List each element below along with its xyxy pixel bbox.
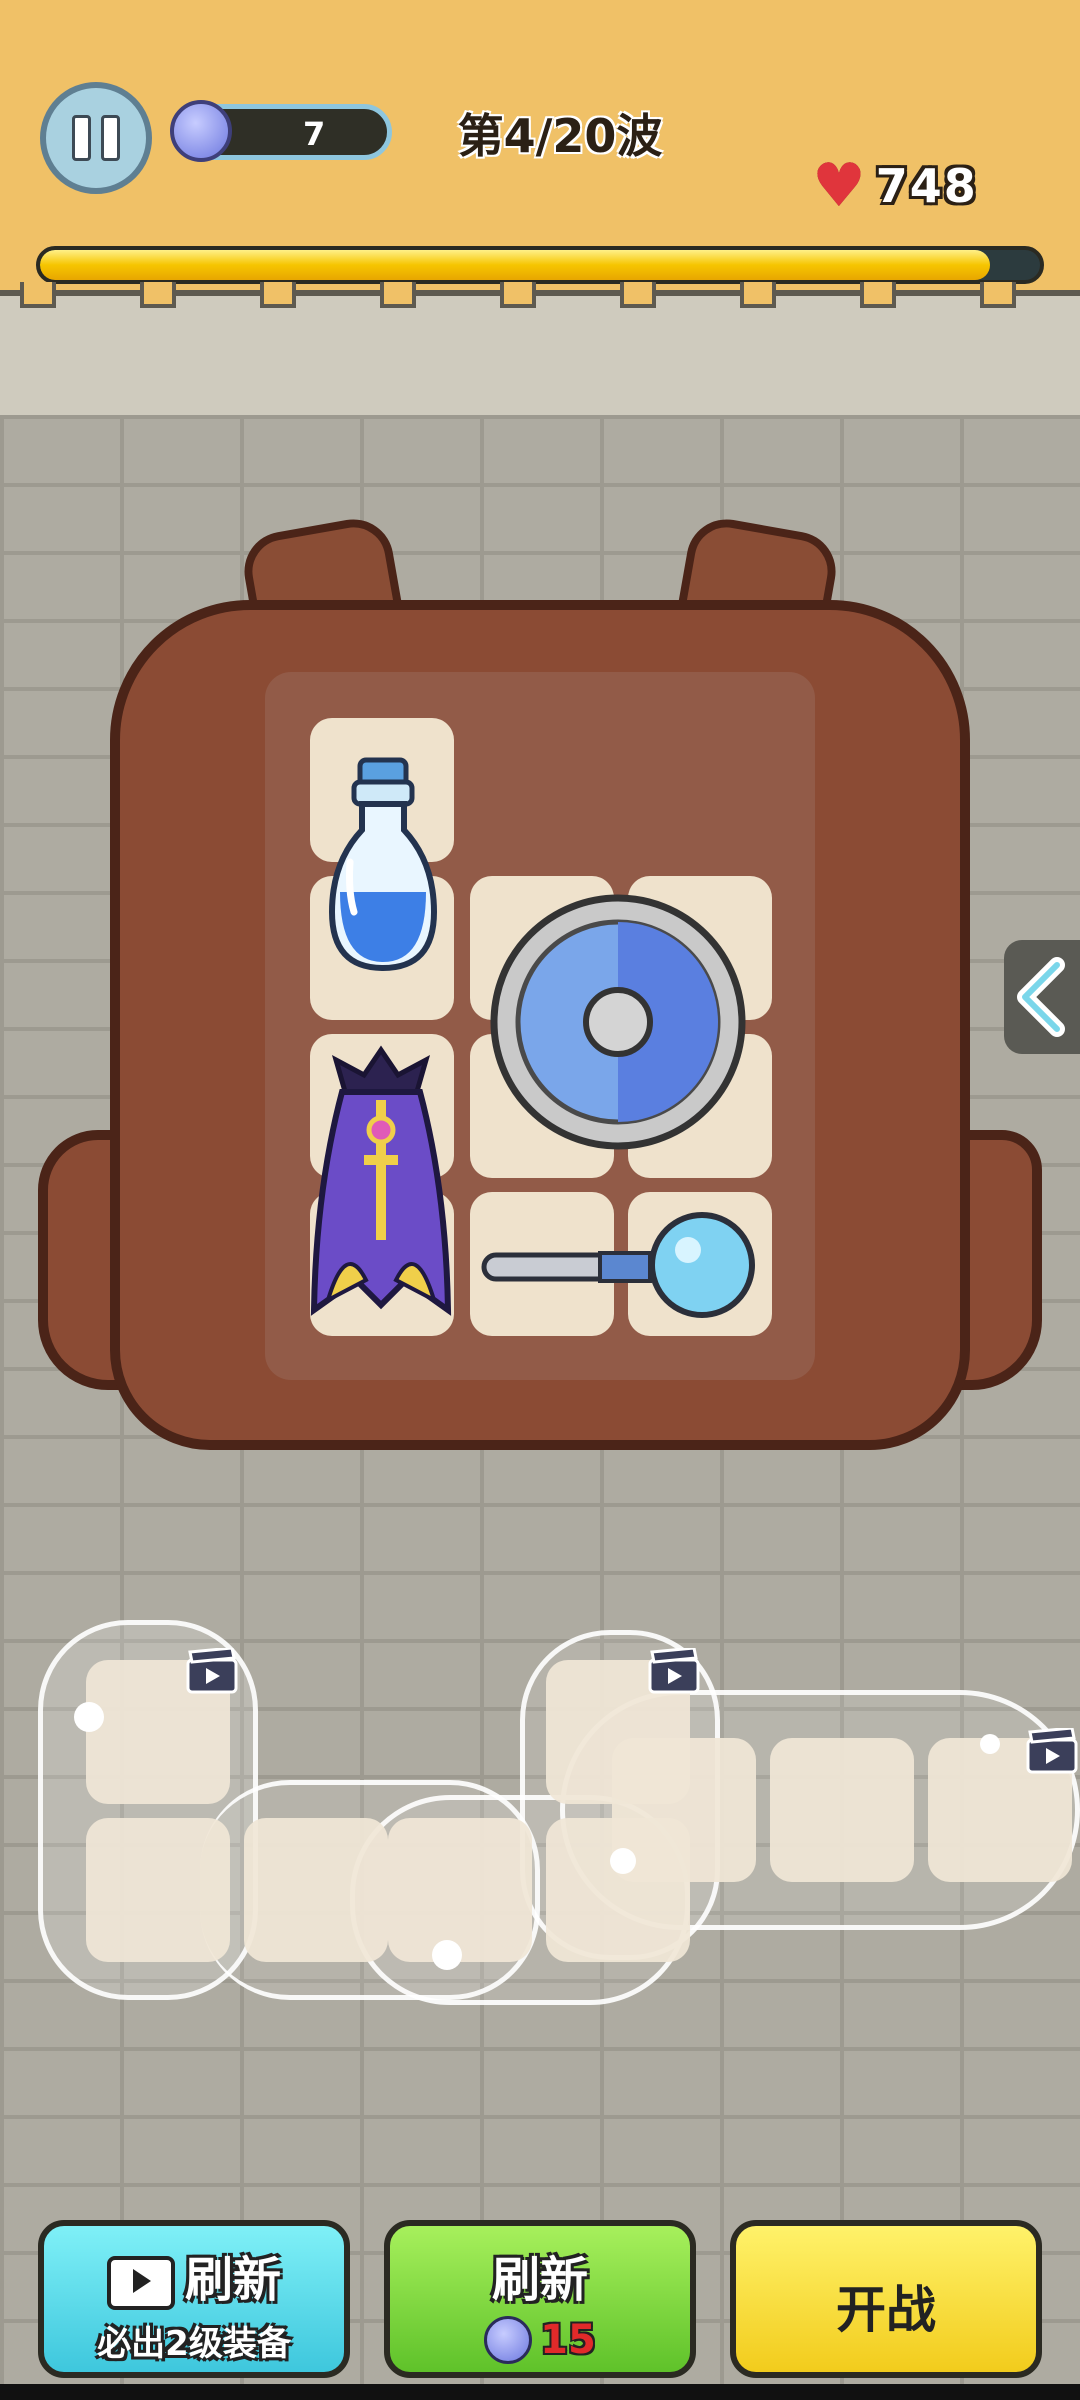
castle-wall-top: [0, 290, 1080, 421]
sparkle: [980, 1734, 1000, 1754]
pause-button[interactable]: [40, 82, 152, 194]
wall-battlement: [20, 282, 56, 308]
video-ad-icon[interactable]: [186, 1648, 238, 1694]
video-ad-icon[interactable]: [1026, 1728, 1078, 1774]
chevron-left-icon: [1017, 957, 1065, 1037]
round-shield-icon[interactable]: [488, 892, 748, 1162]
wall-battlement: [740, 282, 776, 308]
shop-slot[interactable]: [86, 1818, 230, 1962]
video-ad-icon[interactable]: [648, 1648, 700, 1694]
bottom-edge: [0, 2384, 1080, 2400]
hp-display: ♥ 748: [812, 156, 978, 216]
top-bar: 7 第4/20波 ♥ 748: [0, 0, 1080, 290]
sparkle: [74, 1702, 104, 1732]
wall-battlement: [620, 282, 656, 308]
start-battle-button[interactable]: 开战: [730, 2220, 1042, 2378]
wall-battlement: [380, 282, 416, 308]
crown-gem-icon: [484, 2316, 533, 2364]
wall-battlement: [860, 282, 896, 308]
pause-icon: [72, 115, 120, 161]
ad-refresh-button[interactable]: 刷新 必出2级装备: [38, 2220, 350, 2378]
shop-slot[interactable]: [770, 1738, 914, 1882]
ad-refresh-label: 刷新: [184, 2252, 281, 2308]
hp-value: 748: [875, 159, 978, 213]
refresh-label: 刷新: [491, 2252, 588, 2308]
crystal-wand-icon[interactable]: [480, 1200, 760, 1330]
sparkle: [432, 1940, 462, 1970]
play-video-icon: [106, 2256, 175, 2310]
wall-battlement: [260, 282, 296, 308]
heart-icon: ♥: [812, 151, 866, 221]
crown-gem-icon: [170, 100, 232, 162]
side-panel-toggle[interactable]: [1004, 940, 1080, 1054]
wall-battlement: [140, 282, 176, 308]
wave-progress-fill: [40, 250, 990, 280]
refresh-cost: 15: [540, 2317, 596, 2363]
wall-battlement: [500, 282, 536, 308]
gem-count: 7: [303, 115, 326, 153]
wall-battlement: [980, 282, 1016, 308]
shop-slot[interactable]: [388, 1818, 532, 1962]
start-battle-label: 开战: [836, 2281, 936, 2339]
ad-refresh-subtitle: 必出2级装备: [97, 2324, 291, 2364]
blue-potion-icon[interactable]: [318, 752, 448, 982]
sparkle: [610, 1848, 636, 1874]
wave-label: 第4/20波: [457, 109, 663, 163]
purple-cape-icon[interactable]: [306, 1040, 456, 1330]
shop-slot[interactable]: [244, 1818, 388, 1962]
refresh-button[interactable]: 刷新 15: [384, 2220, 696, 2378]
wave-progress-bar: [36, 246, 1044, 284]
